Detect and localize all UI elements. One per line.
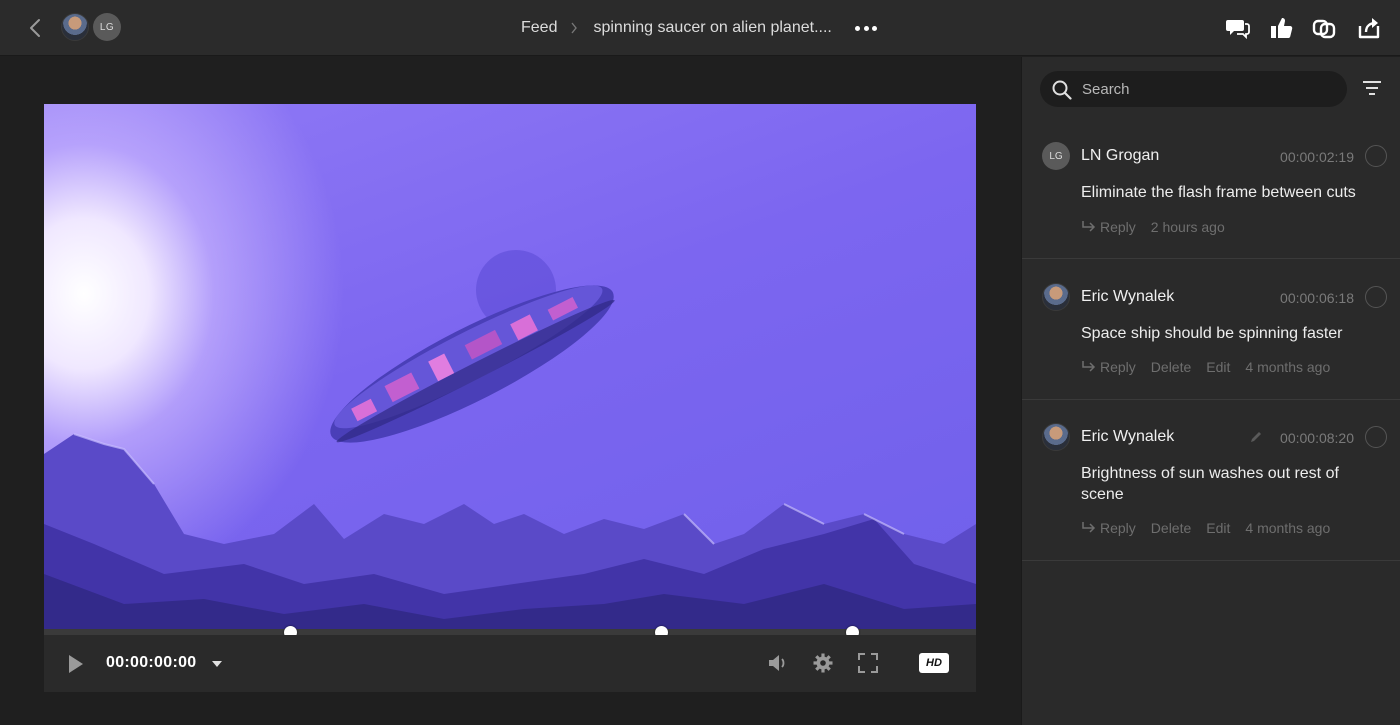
share-icon[interactable] <box>1356 15 1382 41</box>
reply-arrow-icon <box>1082 522 1096 533</box>
pencil-icon <box>1251 432 1261 442</box>
search-input[interactable] <box>1082 77 1332 101</box>
comment-timecode[interactable]: 00:00:02:19 <box>1280 149 1354 165</box>
comment-age: 2 hours ago <box>1150 219 1225 235</box>
link-versions-icon[interactable] <box>1311 15 1337 41</box>
timecode-display: 00:00:00:00 <box>106 654 197 671</box>
comment-age: 4 months ago <box>1245 520 1331 536</box>
delete-link[interactable]: Delete <box>1151 359 1191 375</box>
collaborator-avatar-initials[interactable]: LG <box>93 13 121 41</box>
player-controls: 00:00:00:00 HD <box>44 635 976 692</box>
delete-link[interactable]: Delete <box>1151 520 1191 536</box>
back-chevron-icon[interactable] <box>24 16 46 40</box>
comment-author: Eric Wynalek <box>1081 288 1175 305</box>
comment-actions: Reply Delete Edit 4 months ago <box>1081 520 1330 536</box>
search-icon <box>1052 80 1072 100</box>
hd-quality-badge[interactable]: HD <box>919 653 949 673</box>
comment-age: 4 months ago <box>1245 359 1331 375</box>
player-area: 00:00:00:00 HD <box>0 57 1021 725</box>
reply-link[interactable]: Reply <box>1100 219 1136 235</box>
search-box <box>1040 71 1347 107</box>
video-frame[interactable] <box>44 104 976 630</box>
fullscreen-icon[interactable] <box>857 652 879 674</box>
breadcrumb-feed-link[interactable]: Feed <box>521 19 557 37</box>
comment-avatar <box>1042 423 1070 451</box>
comment-text: Brightness of sun washes out rest of sce… <box>1081 465 1339 503</box>
gear-icon[interactable] <box>812 652 834 674</box>
breadcrumb: Feed spinning saucer on alien planet.... <box>521 18 832 38</box>
reply-link[interactable]: Reply <box>1100 359 1136 375</box>
collaborator-avatar-photo[interactable] <box>61 13 89 41</box>
comments-sidebar: LG LN Grogan 00:00:02:19 Eliminate the f… <box>1021 57 1400 725</box>
comment-item[interactable]: Eric Wynalek 00:00:08:20 Brightness of s… <box>1022 423 1400 561</box>
more-options-icon[interactable] <box>855 18 877 38</box>
resolve-checkbox[interactable] <box>1365 426 1387 448</box>
comment-avatar: LG <box>1042 142 1070 170</box>
comment-actions: Reply Delete Edit 4 months ago <box>1081 359 1330 375</box>
comment-item[interactable]: LG LN Grogan 00:00:02:19 Eliminate the f… <box>1022 142 1400 259</box>
resolve-checkbox[interactable] <box>1365 145 1387 167</box>
reply-arrow-icon <box>1082 221 1096 232</box>
thumbs-up-icon[interactable] <box>1268 15 1294 41</box>
edit-link[interactable]: Edit <box>1206 359 1230 375</box>
breadcrumb-separator-icon <box>571 22 578 34</box>
reply-arrow-icon <box>1082 361 1096 372</box>
video-scene <box>44 250 976 630</box>
chevron-down-icon[interactable] <box>212 661 222 667</box>
comment-timecode[interactable]: 00:00:06:18 <box>1280 290 1354 306</box>
comment-timecode[interactable]: 00:00:08:20 <box>1280 430 1354 446</box>
resolve-checkbox[interactable] <box>1365 286 1387 308</box>
comment-text: Eliminate the flash frame between cuts <box>1081 184 1356 201</box>
comment-author: Eric Wynalek <box>1081 428 1175 445</box>
comment-item[interactable]: Eric Wynalek 00:00:06:18 Space ship shou… <box>1022 283 1400 400</box>
speech-bubbles-icon[interactable] <box>1225 15 1251 41</box>
volume-icon[interactable] <box>767 652 789 674</box>
comment-author: LN Grogan <box>1081 147 1160 164</box>
comment-text: Space ship should be spinning faster <box>1081 325 1343 342</box>
breadcrumb-current-asset[interactable]: spinning saucer on alien planet.... <box>593 19 831 37</box>
play-icon[interactable] <box>68 654 84 674</box>
filter-icon[interactable] <box>1362 79 1382 97</box>
top-bar: LG Feed spinning saucer on alien planet.… <box>0 0 1400 56</box>
comment-avatar <box>1042 283 1070 311</box>
comment-actions: Reply 2 hours ago <box>1081 219 1225 235</box>
reply-link[interactable]: Reply <box>1100 520 1136 536</box>
edit-link[interactable]: Edit <box>1206 520 1230 536</box>
